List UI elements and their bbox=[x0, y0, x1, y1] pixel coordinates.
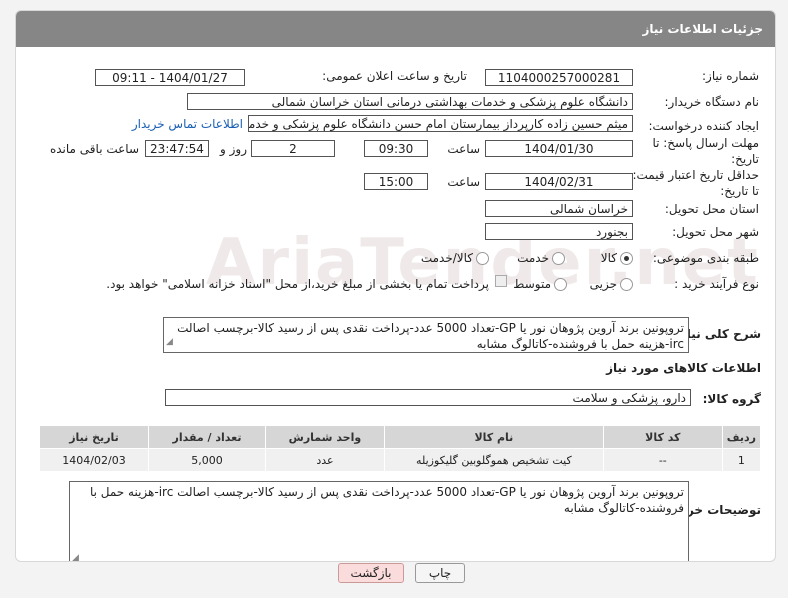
col-name: نام کالا bbox=[383, 425, 604, 449]
payment-checkbox[interactable] bbox=[495, 275, 507, 287]
col-row: ردیف bbox=[721, 425, 762, 449]
panel-header: جزئیات اطلاعات نیاز bbox=[16, 11, 775, 47]
buyer-notes-textarea[interactable]: تروپونین برند آروین پژوهان نور یا GP-تعد… bbox=[69, 481, 689, 561]
back-button[interactable]: بازگشت bbox=[338, 563, 404, 583]
cell-row: 1 bbox=[721, 448, 762, 472]
price-time-label: ساعت bbox=[447, 175, 480, 189]
category-goods-radio[interactable] bbox=[620, 252, 633, 265]
category-goods-service-label: کالا/خدمت bbox=[420, 251, 473, 265]
col-unit: واحد شمارش bbox=[264, 425, 385, 449]
goods-section-title: اطلاعات کالاهای مورد نیاز bbox=[606, 361, 761, 375]
cell-unit: عدد bbox=[264, 448, 385, 472]
price-deadline-label-line2: تا تاریخ: bbox=[720, 184, 759, 198]
category-goods-label: کالا bbox=[600, 251, 617, 265]
buyer-org-field: دانشگاه علوم پزشکی و خدمات بهداشتی درمان… bbox=[187, 93, 633, 110]
table-row[interactable]: 1 -- کیت تشخیص هموگلوبین گلیکوزیله عدد 5… bbox=[38, 448, 762, 472]
cell-name: کیت تشخیص هموگلوبین گلیکوزیله bbox=[383, 448, 604, 472]
requester-label: ایجاد کننده درخواست: bbox=[648, 119, 759, 133]
remaining-label: ساعت باقی مانده bbox=[49, 142, 139, 156]
print-button[interactable]: چاپ bbox=[415, 563, 465, 583]
category-label: طبقه بندی موضوعی: bbox=[652, 251, 759, 265]
buyer-notes-text: تروپونین برند آروین پژوهان نور یا GP-تعد… bbox=[89, 485, 684, 515]
category-goods-service-radio[interactable] bbox=[476, 252, 489, 265]
col-date: تاریخ نیاز bbox=[38, 425, 150, 449]
payment-note: پرداخت تمام یا بخشی از مبلغ خرید،از محل … bbox=[106, 277, 489, 291]
announce-label: تاریخ و ساعت اعلان عمومی: bbox=[322, 69, 467, 83]
need-number-label: شماره نیاز: bbox=[702, 69, 759, 83]
cell-date: 1404/02/03 bbox=[38, 448, 150, 472]
days-field: 2 bbox=[251, 140, 335, 157]
goods-group-field: دارو، پزشکی و سلامت bbox=[165, 389, 691, 406]
process-minor-label: جزیی bbox=[589, 277, 617, 291]
description-text: تروپونین برند آروین پژوهان نور یا GP-تعد… bbox=[177, 321, 684, 351]
cell-code: -- bbox=[602, 448, 723, 472]
reply-deadline-label-line1: مهلت ارسال پاسخ: تا bbox=[652, 136, 759, 150]
process-medium-radio[interactable] bbox=[554, 278, 567, 291]
price-time-field: 15:00 bbox=[364, 173, 428, 190]
price-date-field: 1404/02/31 bbox=[485, 173, 633, 190]
remaining-time-field: 23:47:54 bbox=[145, 140, 209, 157]
requester-field: میثم حسین زاده کارپرداز بیمارستان امام ح… bbox=[248, 115, 633, 132]
category-service-radio[interactable] bbox=[552, 252, 565, 265]
goods-group-label: گروه کالا: bbox=[702, 392, 761, 406]
announce-field: 1404/01/27 - 09:11 bbox=[95, 69, 245, 86]
page-title: جزئیات اطلاعات نیاز bbox=[642, 22, 763, 36]
city-label: شهر محل تحویل: bbox=[672, 225, 759, 239]
reply-time-label: ساعت bbox=[447, 142, 480, 156]
details-panel: جزئیات اطلاعات نیاز AriaTender.net شماره… bbox=[15, 10, 776, 562]
cell-qty: 5,000 bbox=[148, 448, 266, 472]
resize-grip-icon[interactable]: ◢ bbox=[166, 334, 173, 350]
reply-time-field: 09:30 bbox=[364, 140, 428, 157]
category-service-label: خدمت bbox=[517, 251, 549, 265]
city-field: بجنورد bbox=[485, 223, 633, 240]
col-code: کد کالا bbox=[602, 425, 723, 449]
reply-deadline-label: مهلت ارسال پاسخ: تا تاریخ: bbox=[652, 135, 759, 167]
process-medium-label: متوسط bbox=[513, 277, 551, 291]
province-field: خراسان شمالی bbox=[485, 200, 633, 217]
reply-deadline-label-line2: تاریخ: bbox=[731, 152, 759, 166]
province-label: استان محل تحویل: bbox=[664, 202, 759, 216]
buyer-org-label: نام دستگاه خریدار: bbox=[664, 95, 760, 109]
items-table: ردیف کد کالا نام کالا واحد شمارش تعداد /… bbox=[38, 425, 762, 472]
price-deadline-label: حداقل تاریخ اعتبار قیمت: تا تاریخ: bbox=[632, 167, 759, 199]
resize-grip-icon[interactable]: ◢ bbox=[72, 550, 79, 561]
days-label: روز و bbox=[220, 142, 247, 156]
price-deadline-label-line1: حداقل تاریخ اعتبار قیمت: bbox=[632, 168, 759, 182]
need-number-field: 1104000257000281 bbox=[485, 69, 633, 86]
process-label: نوع فرآیند خرید : bbox=[674, 277, 759, 291]
reply-date-field: 1404/01/30 bbox=[485, 140, 633, 157]
col-qty: تعداد / مقدار bbox=[148, 425, 266, 449]
contact-info-link[interactable]: اطلاعات تماس خریدار bbox=[132, 117, 243, 131]
process-minor-radio[interactable] bbox=[620, 278, 633, 291]
description-textarea[interactable]: تروپونین برند آروین پژوهان نور یا GP-تعد… bbox=[163, 317, 689, 353]
table-header-row: ردیف کد کالا نام کالا واحد شمارش تعداد /… bbox=[38, 425, 762, 449]
